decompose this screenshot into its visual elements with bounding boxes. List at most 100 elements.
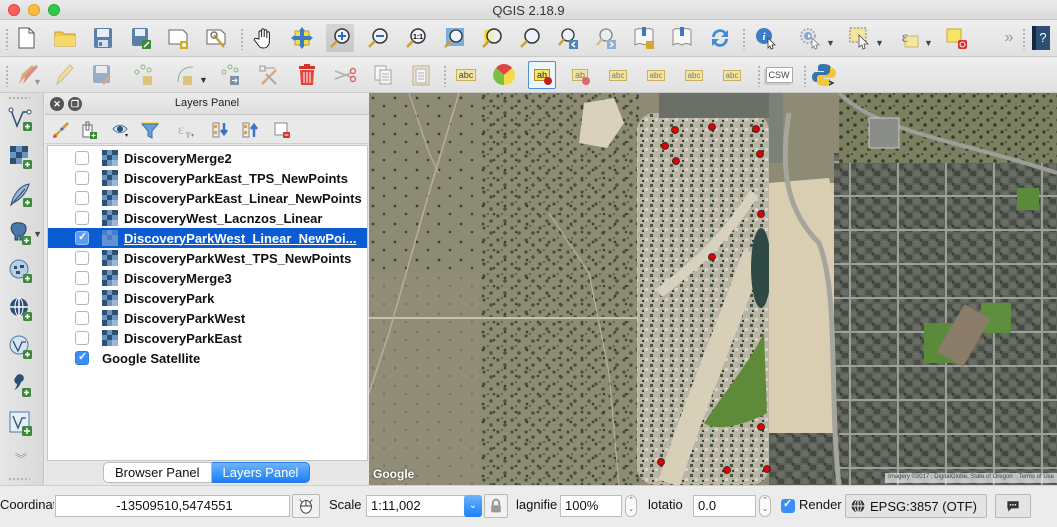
gcp-marker[interactable] <box>657 458 665 466</box>
pin-unpin-labels-button[interactable]: ab <box>566 61 594 89</box>
magnifier-field[interactable]: 100% <box>560 495 622 517</box>
toolbar-grip[interactable] <box>1022 28 1026 50</box>
toolbar-grip[interactable] <box>803 65 807 87</box>
toggle-extents-button[interactable] <box>292 494 320 518</box>
save-project-as-button[interactable] <box>127 24 155 52</box>
gcp-marker[interactable] <box>757 210 765 218</box>
scale-combobox[interactable]: 1:11,002 <box>366 495 476 517</box>
gcp-marker[interactable] <box>723 466 731 474</box>
gcp-marker[interactable] <box>708 123 716 131</box>
save-layer-edits-button[interactable] <box>88 61 116 89</box>
tab-browser-panel[interactable]: Browser Panel <box>103 462 212 483</box>
chevron-down-icon[interactable]: ▼ <box>924 38 933 48</box>
show-bookmarks-button[interactable] <box>668 24 696 52</box>
gcp-marker[interactable] <box>763 465 771 473</box>
layer-item[interactable]: DiscoveryParkWest <box>48 308 367 328</box>
copy-features-button[interactable] <box>369 61 397 89</box>
save-project-button[interactable] <box>89 24 117 52</box>
change-label-button[interactable]: abc <box>718 61 746 89</box>
render-checkbox[interactable] <box>781 497 795 513</box>
add-spatialite-layer-button[interactable] <box>4 179 38 211</box>
chevron-down-icon[interactable]: ▼ <box>826 38 835 48</box>
layer-visibility-checkbox[interactable] <box>75 331 89 345</box>
layer-visibility-checkbox[interactable] <box>75 171 89 185</box>
show-hide-labels-button[interactable]: abc <box>604 61 632 89</box>
new-print-composer-button[interactable] <box>165 24 193 52</box>
select-features-button[interactable] <box>846 24 874 52</box>
deselect-all-button[interactable] <box>942 24 970 52</box>
rotation-spinner[interactable]: ⌃ ⌄ <box>759 495 771 517</box>
coordinate-field[interactable]: -13509510,5474551 <box>55 495 290 517</box>
gcp-marker[interactable] <box>757 423 765 431</box>
rotation-field[interactable]: 0.0 <box>693 495 756 517</box>
highlight-pinned-labels-button[interactable]: ab <box>528 61 556 89</box>
gcp-marker[interactable] <box>708 253 716 261</box>
filter-by-expression-button[interactable]: ε <box>173 119 197 141</box>
layer-item[interactable]: DiscoveryMerge3 <box>48 268 367 288</box>
filter-legend-button[interactable] <box>138 119 162 141</box>
layer-item[interactable]: DiscoveryParkEast_Linear_NewPoints <box>48 188 367 208</box>
chevron-down-icon[interactable]: ▼ <box>33 77 42 87</box>
zoom-full-button[interactable] <box>440 24 468 52</box>
toggle-editing-button[interactable] <box>50 61 78 89</box>
layer-item[interactable]: DiscoveryParkEast <box>48 328 367 348</box>
zoom-to-layer-button[interactable] <box>516 24 544 52</box>
delete-selected-button[interactable] <box>293 61 321 89</box>
add-wfs-layer-button[interactable] <box>4 331 38 363</box>
gcp-marker[interactable] <box>756 150 764 158</box>
layer-visibility-checkbox[interactable] <box>75 271 89 285</box>
cut-features-button[interactable] <box>331 61 359 89</box>
toolbar-grip[interactable] <box>742 28 746 50</box>
tab-layers-panel[interactable]: Layers Panel <box>211 462 311 483</box>
python-console-button[interactable] <box>810 61 838 89</box>
refresh-button[interactable] <box>706 24 734 52</box>
toolbar-grip[interactable] <box>8 96 30 100</box>
more-layer-tools-button[interactable]: ︾ <box>4 449 38 467</box>
chevron-down-icon[interactable]: ▼ <box>33 229 42 239</box>
new-shapefile-layer-button[interactable] <box>4 407 38 439</box>
collapse-all-button[interactable] <box>239 119 263 141</box>
select-by-expression-button[interactable]: ε <box>895 24 923 52</box>
identify-features-button[interactable]: i <box>752 24 780 52</box>
map-canvas[interactable]: Google Imagery ©2017 , DigitalGlobe, Sta… <box>369 93 1057 485</box>
run-feature-action-button[interactable] <box>796 24 824 52</box>
magnifier-spinner[interactable]: ⌃ ⌄ <box>625 495 637 517</box>
lock-scale-button[interactable] <box>484 494 508 518</box>
add-postgis-layer-button[interactable]: ▼ <box>4 217 42 249</box>
layer-visibility-checkbox[interactable] <box>75 251 89 265</box>
style-manager-button[interactable] <box>49 119 73 141</box>
add-feature-button[interactable] <box>130 61 158 89</box>
layer-labeling-button[interactable]: abc <box>452 61 480 89</box>
layer-item[interactable]: DiscoveryPark <box>48 288 367 308</box>
toolbar-grip[interactable] <box>8 477 30 481</box>
layer-visibility-checkbox[interactable] <box>75 211 89 225</box>
gcp-marker[interactable] <box>671 126 679 134</box>
layer-diagram-button[interactable] <box>490 61 518 89</box>
gcp-marker[interactable] <box>661 142 669 150</box>
zoom-to-selection-button[interactable] <box>478 24 506 52</box>
node-tool-button[interactable] <box>255 61 283 89</box>
layer-visibility-checkbox[interactable] <box>75 311 89 325</box>
chevron-down-icon[interactable]: ▼ <box>875 38 884 48</box>
move-label-button[interactable]: abc <box>642 61 670 89</box>
layer-item[interactable]: DiscoveryMerge2 <box>48 148 367 168</box>
zoom-native-button[interactable]: 1:1 <box>402 24 430 52</box>
paste-features-button[interactable] <box>407 61 435 89</box>
toolbar-grip[interactable] <box>5 28 9 50</box>
gcp-marker[interactable] <box>672 157 680 165</box>
layer-visibility-checkbox[interactable] <box>75 291 89 305</box>
add-wcs-layer-button[interactable] <box>4 293 38 325</box>
rotate-label-button[interactable]: abc <box>680 61 708 89</box>
help-button[interactable]: ? <box>1030 24 1052 52</box>
layer-item[interactable]: DiscoveryParkWest_TPS_NewPoints <box>48 248 367 268</box>
zoom-out-button[interactable] <box>364 24 392 52</box>
add-vector-layer-button[interactable] <box>4 103 38 135</box>
move-feature-button[interactable] <box>217 61 245 89</box>
layer-visibility-checkbox[interactable] <box>75 230 89 245</box>
add-delimited-text-layer-button[interactable] <box>4 369 38 401</box>
zoom-last-button[interactable] <box>554 24 582 52</box>
remove-layer-button[interactable] <box>270 119 294 141</box>
chevron-down-icon[interactable]: ▼ <box>199 75 208 85</box>
new-project-button[interactable] <box>12 24 40 52</box>
composer-manager-button[interactable] <box>203 24 231 52</box>
